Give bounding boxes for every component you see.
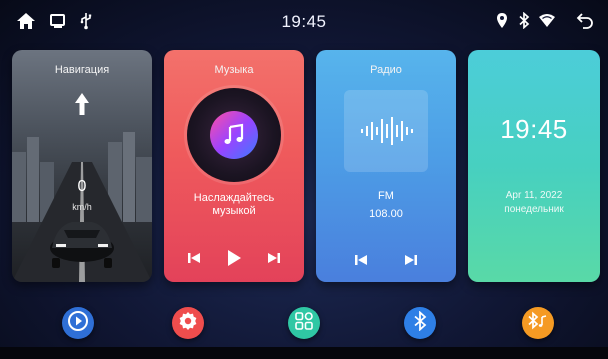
video-player-button[interactable] xyxy=(62,307,94,339)
clock-date: Apr 11, 2022 xyxy=(505,190,563,201)
status-bar: 19:45 xyxy=(0,0,608,44)
radio-controls xyxy=(316,253,456,272)
radio-card[interactable]: Радио FM 108.00 xyxy=(316,50,456,282)
speed-unit: km/h xyxy=(72,202,92,212)
video-play-icon xyxy=(67,310,89,337)
next-icon[interactable] xyxy=(404,253,418,272)
screen-bezel xyxy=(0,347,608,359)
bluetooth-music-icon xyxy=(527,311,549,336)
bluetooth-icon xyxy=(518,12,530,29)
apps-button[interactable] xyxy=(288,307,320,339)
previous-icon[interactable] xyxy=(354,253,368,272)
music-caption-line1: Наслаждайтесь xyxy=(193,192,275,204)
clock-card[interactable]: 19:45 Apr 11, 2022 понедельник xyxy=(468,50,600,282)
music-card[interactable]: Музыка Наслаждайтесь музыкой xyxy=(164,50,304,282)
radio-waveform-icon xyxy=(344,90,428,172)
radio-band: FM xyxy=(378,190,394,202)
radio-title: Радио xyxy=(370,64,402,76)
next-icon[interactable] xyxy=(267,251,281,270)
direction-arrow-icon xyxy=(74,92,90,121)
speed-value: 0 xyxy=(77,178,87,195)
music-caption-line2: музыкой xyxy=(212,205,256,217)
play-icon[interactable] xyxy=(226,249,242,272)
settings-button[interactable] xyxy=(172,307,204,339)
status-time: 19:45 xyxy=(281,12,327,31)
music-controls xyxy=(164,249,304,272)
music-caption: Наслаждайтесь музыкой xyxy=(164,192,304,218)
wifi-icon xyxy=(538,13,556,28)
clock-time: 19:45 xyxy=(500,114,568,144)
navigation-title: Навигация xyxy=(54,64,110,76)
music-note-icon xyxy=(210,111,258,159)
back-icon[interactable] xyxy=(576,12,594,29)
location-pin-icon xyxy=(496,12,508,29)
bluetooth-icon xyxy=(413,309,427,336)
bluetooth-phone-button[interactable] xyxy=(404,307,436,339)
bluetooth-music-button[interactable] xyxy=(522,307,554,339)
music-title: Музыка xyxy=(214,64,254,76)
apps-grid-icon xyxy=(295,311,313,335)
clock-weekday: понедельник xyxy=(504,204,564,215)
music-disc xyxy=(187,88,281,182)
car-head-unit-screen: 19:45 Навигация 0 km/h Музыка Наслаждайт… xyxy=(0,0,608,359)
settings-gear-icon xyxy=(178,311,198,336)
previous-icon[interactable] xyxy=(187,251,201,270)
radio-frequency: 108.00 xyxy=(369,208,403,220)
navigation-card[interactable]: Навигация 0 km/h xyxy=(12,50,152,282)
